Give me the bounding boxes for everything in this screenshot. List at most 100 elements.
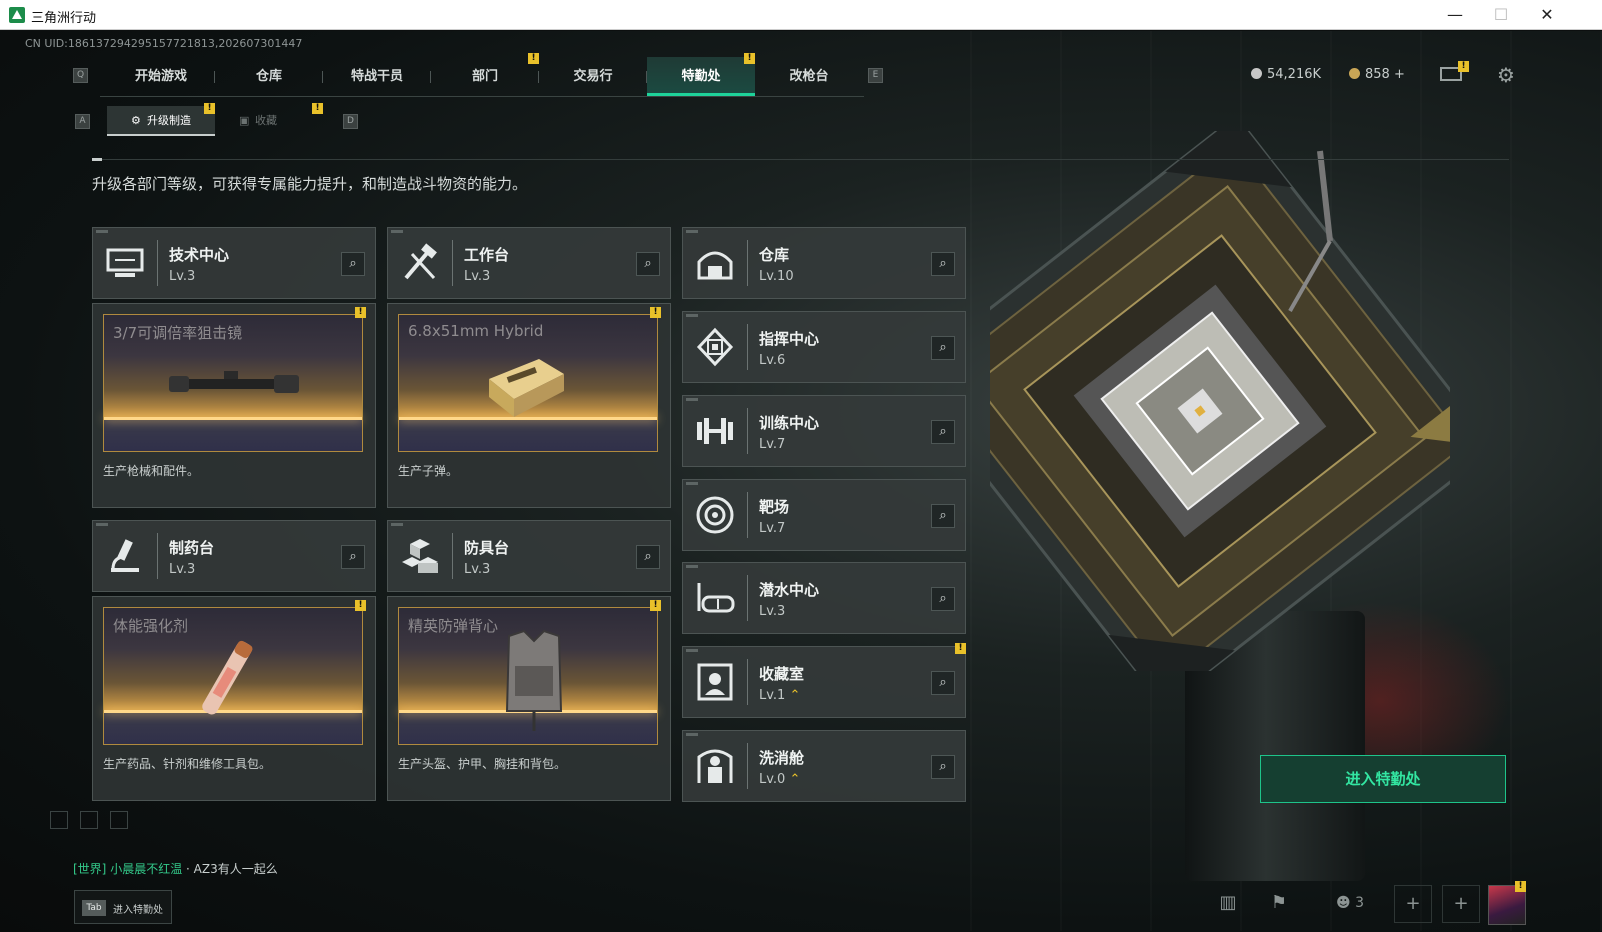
dept-card-armor-bench[interactable]: 防具台 Lv.3 ⌕	[387, 520, 671, 592]
dept-card-shooting-range[interactable]: 靶场 Lv.7 ⌕	[682, 479, 966, 551]
dept-card-warehouse[interactable]: 仓库 Lv.10 ⌕	[682, 227, 966, 299]
friends-button[interactable]: ☻ 3	[1325, 885, 1375, 923]
tools-icon	[404, 243, 437, 280]
subnav-key-a: A	[75, 114, 90, 129]
tab-key: Tab	[82, 900, 106, 916]
product-badge: !	[650, 307, 661, 318]
product-image: 体能强化剂	[103, 607, 363, 745]
dept-card-command-center[interactable]: 指挥中心 Lv.6 ⌕	[682, 311, 966, 383]
product-image: 6.8x51mm Hybrid	[398, 314, 658, 452]
window-title: 三角洲行动	[31, 11, 97, 26]
page-description: 升级各部门等级，可获得专属能力提升，和制造战斗物资的能力。	[92, 175, 528, 193]
flag-icon[interactable]: ⚑	[1260, 885, 1298, 923]
product-card-stim[interactable]: 体能强化剂 ! 生产药品、针剂和维修工具包。	[92, 596, 376, 801]
subnav-collection[interactable]: ▣ 收藏	[215, 106, 323, 136]
subnav-upgrade-craft[interactable]: ⚙ 升级制造	[107, 106, 215, 136]
hazmat-icon	[697, 749, 733, 783]
dept-level: Lv.3	[464, 269, 491, 284]
dept-name: 潜水中心	[759, 581, 820, 599]
collection-room-badge: !	[955, 643, 966, 654]
dept-card-tech-center[interactable]: 技术中心 Lv.3 ⌕	[92, 227, 376, 299]
minimize-button[interactable]: —	[1432, 0, 1478, 30]
tab-warehouse[interactable]: 仓库	[215, 57, 323, 96]
add-party-slot-1[interactable]: +	[1394, 885, 1432, 923]
dept-name: 收藏室	[759, 665, 805, 683]
enter-special-ops-button[interactable]: 进入特勤处	[1260, 755, 1506, 803]
product-card-ammo[interactable]: 6.8x51mm Hybrid ! 生产子弹。	[387, 303, 671, 508]
tab-hint[interactable]: Tab 进入特勤处	[74, 890, 172, 924]
microscope-icon	[111, 539, 139, 572]
search-icon[interactable]: ⌕	[931, 252, 955, 276]
search-icon[interactable]: ⌕	[931, 587, 955, 611]
search-icon[interactable]: ⌕	[931, 755, 955, 779]
tab-department[interactable]: 部门	[431, 57, 539, 96]
dept-level: Lv.7	[759, 521, 786, 536]
maximize-button[interactable]: ☐	[1478, 0, 1524, 30]
nav-key-e: E	[868, 68, 883, 83]
dept-name: 指挥中心	[759, 330, 820, 348]
subnav-upgrade-badge: !	[204, 103, 215, 114]
department-badge: !	[528, 53, 539, 64]
dept-card-diving-center[interactable]: 潜水中心 Lv.3 ⌕	[682, 562, 966, 634]
craft-icon: ⚙	[131, 114, 141, 127]
app-logo-icon	[9, 7, 25, 23]
injector-image	[202, 640, 253, 715]
silver-coin-icon	[1251, 68, 1262, 79]
add-party-slot-2[interactable]: +	[1442, 885, 1480, 923]
avatar-badge: !	[1515, 881, 1526, 892]
search-icon[interactable]: ⌕	[931, 336, 955, 360]
search-icon[interactable]: ⌕	[931, 671, 955, 695]
divider	[92, 158, 1509, 161]
product-card-scope[interactable]: 3/7可调倍率狙击镜 ! 生产枪械和配件。	[92, 303, 376, 508]
product-item-name: 体能强化剂	[113, 617, 189, 635]
search-icon[interactable]: ⌕	[931, 504, 955, 528]
product-description: 生产枪械和配件。	[103, 464, 200, 478]
tab-operators[interactable]: 特战干员	[323, 57, 431, 96]
dept-card-training-center[interactable]: 训练中心 Lv.7 ⌕	[682, 395, 966, 467]
dept-name: 技术中心	[169, 246, 230, 264]
dept-card-collection-room[interactable]: 收藏室 Lv.1 ⌃ ⌕	[682, 646, 966, 718]
dept-level: Lv.1 ⌃	[759, 688, 801, 703]
upgrade-arrow-icon: ⌃	[789, 688, 801, 703]
close-button[interactable]: ✕	[1524, 0, 1570, 30]
friends-icon: ☻	[1336, 895, 1351, 911]
dept-level: Lv.3	[169, 562, 196, 577]
gear-icon[interactable]: ⚙	[1497, 63, 1515, 87]
tab-gunsmith[interactable]: 改枪台	[755, 57, 863, 96]
dept-level: Lv.0 ⌃	[759, 772, 801, 787]
dept-card-pharmacy[interactable]: 制药台 Lv.3 ⌕	[92, 520, 376, 592]
warehouse-icon	[697, 251, 733, 280]
dept-name: 靶场	[759, 498, 790, 516]
tab-start-game[interactable]: 开始游戏	[107, 57, 215, 96]
product-description: 生产头盔、护甲、胸挂和背包。	[398, 757, 567, 771]
search-icon[interactable]: ⌕	[636, 545, 660, 569]
computer-icon	[106, 248, 144, 277]
dept-card-decon-chamber[interactable]: 洗消舱 Lv.0 ⌃ ⌕	[682, 730, 966, 802]
dept-name: 洗消舱	[759, 749, 805, 767]
collection-icon: ▣	[239, 114, 250, 127]
product-item-name: 6.8x51mm Hybrid	[408, 322, 544, 340]
subnav-collection-badge: !	[312, 103, 323, 114]
dept-level: Lv.3	[169, 269, 196, 284]
search-icon[interactable]: ⌕	[931, 420, 955, 444]
tab-market[interactable]: 交易行	[539, 57, 647, 96]
chat-line[interactable]: [世界] 小晨晨不红温 · AZ3有人一起么	[73, 860, 278, 877]
special-ops-badge: !	[744, 53, 755, 64]
product-card-vest[interactable]: 精英防弹背心 ! 生产头盔、护甲、胸挂和背包。	[387, 596, 671, 801]
stats-icon[interactable]: ▥	[1209, 885, 1247, 923]
dept-level: Lv.6	[759, 353, 786, 368]
add-currency-button[interactable]: +	[1394, 67, 1405, 82]
dept-card-workbench[interactable]: 工作台 Lv.3 ⌕	[387, 227, 671, 299]
search-icon[interactable]: ⌕	[636, 252, 660, 276]
bust-icon	[697, 663, 733, 701]
dept-name: 防具台	[464, 539, 510, 557]
mail-badge: !	[1458, 61, 1469, 72]
search-icon[interactable]: ⌕	[341, 252, 365, 276]
search-icon[interactable]: ⌕	[341, 545, 365, 569]
dumbbell-icon	[697, 418, 733, 444]
gold-currency[interactable]: 858 +	[1349, 67, 1405, 82]
tab-special-ops[interactable]: 特勤处	[647, 57, 755, 96]
subnav-key-d: D	[343, 114, 358, 129]
dept-level: Lv.3	[759, 604, 786, 619]
hq-cube-artwork	[990, 131, 1450, 671]
